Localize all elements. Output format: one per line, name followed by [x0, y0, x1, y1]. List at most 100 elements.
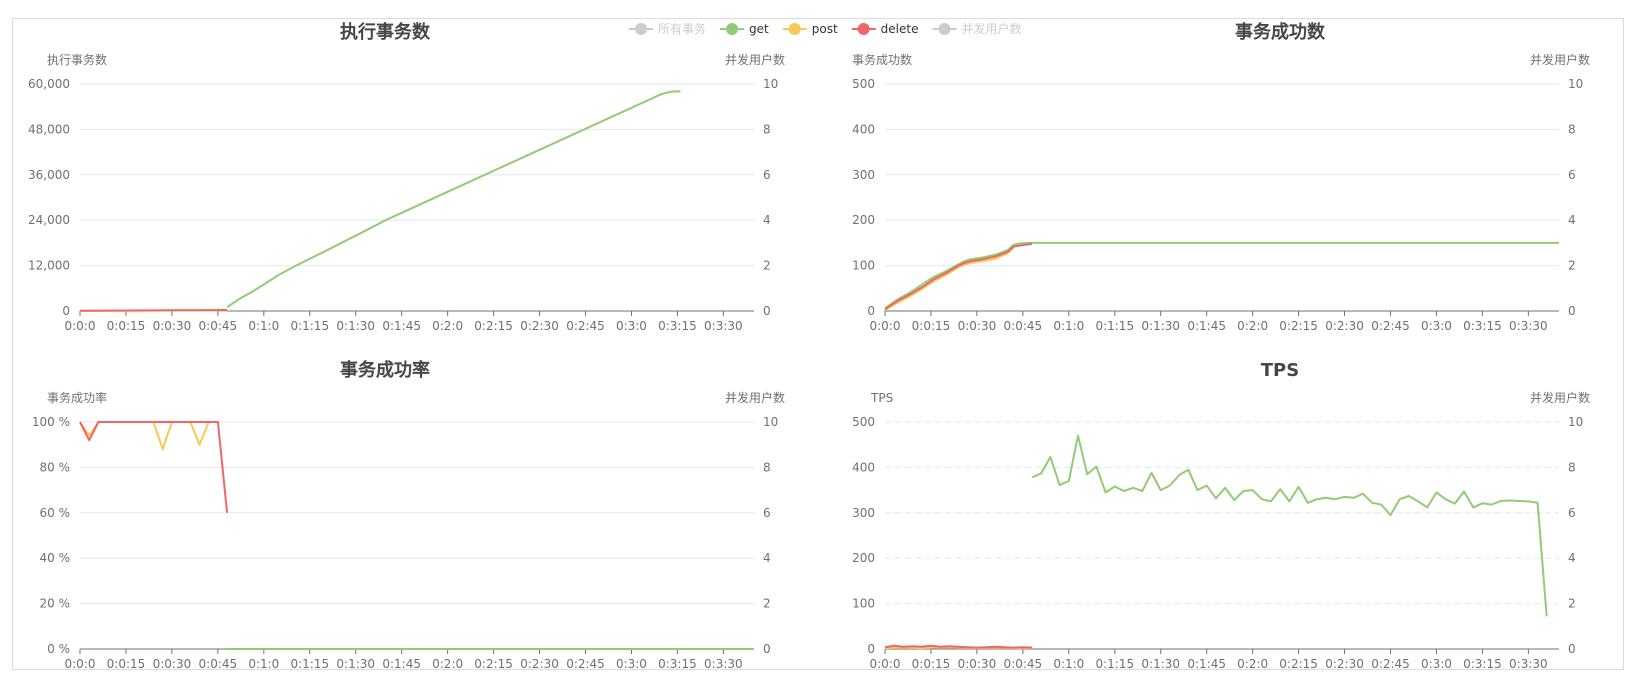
y-tick-label: 500: [852, 415, 875, 429]
series-line-get: [226, 90, 681, 309]
y2-tick-label: 0: [1568, 304, 1576, 318]
legend-item[interactable]: 并发用户数: [932, 21, 1021, 36]
y-tick-label: 100: [852, 259, 875, 273]
x-tick-label: 0:1:30: [1141, 319, 1180, 333]
x-tick-label: 0:2:45: [1371, 657, 1410, 671]
y2-axis-label: 并发用户数: [1530, 52, 1590, 67]
y2-tick-label: 8: [763, 460, 771, 474]
legend-item[interactable]: post: [782, 22, 838, 36]
x-tick-label: 0:1:0: [248, 657, 279, 671]
legend-marker: [726, 23, 739, 35]
x-tick-label: 0:2:30: [1325, 319, 1364, 333]
y-tick-label: 100: [852, 597, 875, 611]
y2-tick-label: 8: [1568, 460, 1576, 474]
x-tick-label: 0:3:30: [1509, 657, 1548, 671]
x-tick-label: 0:1:15: [290, 657, 329, 671]
y-tick-label: 0 %: [47, 642, 70, 656]
x-tick-label: 0:2:30: [520, 657, 559, 671]
y2-tick-label: 10: [763, 77, 778, 91]
x-tick-label: 0:0:30: [153, 319, 192, 333]
y-axis-label: TPS: [870, 391, 893, 405]
x-tick-label: 0:3:15: [658, 319, 697, 333]
y-tick-label: 20 %: [40, 597, 71, 611]
y2-tick-label: 10: [1568, 77, 1583, 91]
y-tick-label: 300: [852, 506, 875, 520]
y-axis-label: 事务成功数: [852, 52, 912, 67]
y2-tick-label: 0: [763, 642, 771, 656]
y2-tick-label: 8: [763, 122, 771, 136]
x-tick-label: 0:2:45: [566, 319, 605, 333]
x-tick-label: 0:0:15: [912, 319, 951, 333]
x-tick-label: 0:0:30: [958, 319, 997, 333]
x-tick-label: 0:2:0: [1237, 319, 1268, 333]
legend-label: delete: [881, 22, 919, 36]
legend-marker: [938, 23, 951, 35]
x-tick-label: 0:2:0: [432, 319, 463, 333]
y2-tick-label: 2: [1568, 259, 1576, 273]
y-tick-label: 80 %: [40, 460, 71, 474]
y2-tick-label: 8: [1568, 122, 1576, 136]
x-tick-label: 0:0:0: [65, 319, 96, 333]
x-tick-label: 0:0:30: [958, 657, 997, 671]
y-tick-label: 0: [867, 304, 875, 318]
y2-tick-label: 6: [1568, 168, 1576, 182]
y-tick-label: 36,000: [28, 168, 70, 182]
y-tick-label: 12,000: [28, 259, 70, 273]
x-tick-label: 0:0:45: [1004, 319, 1043, 333]
y2-tick-label: 2: [763, 597, 771, 611]
y-tick-label: 400: [852, 460, 875, 474]
chart-success-rate: 事务成功率事务成功率 并发用户数0 % 020 % 240 % 460 % 680 % 81…: [32, 359, 785, 671]
legend-marker: [635, 23, 647, 35]
y2-tick-label: 10: [763, 415, 778, 429]
x-tick-label: 0:2:30: [520, 319, 559, 333]
y2-tick-label: 0: [1568, 642, 1576, 656]
series-line-get: [1031, 434, 1548, 617]
legend-label: post: [812, 22, 838, 36]
x-tick-label: 0:0:45: [199, 319, 238, 333]
legend-item[interactable]: get: [720, 22, 769, 36]
y2-tick-label: 4: [763, 551, 771, 565]
x-tick-label: 0:3:30: [704, 657, 743, 671]
y2-tick-label: 6: [763, 506, 771, 520]
y-tick-label: 60,000: [28, 77, 70, 91]
x-tick-label: 0:1:15: [1095, 319, 1134, 333]
x-tick-label: 0:3:15: [1463, 319, 1502, 333]
legend-label: 所有事务: [658, 21, 706, 36]
x-tick-label: 0:0:45: [1004, 657, 1043, 671]
x-tick-label: 0:1:30: [336, 657, 375, 671]
y2-tick-label: 4: [763, 213, 771, 227]
x-tick-label: 0:2:0: [432, 657, 463, 671]
x-tick-label: 0:3:0: [1421, 319, 1452, 333]
y-tick-label: 24,000: [28, 213, 70, 227]
y-tick-label: 300: [852, 168, 875, 182]
y-tick-label: 0: [867, 642, 875, 656]
chart-title: 执行事务数: [340, 21, 431, 43]
x-tick-label: 0:1:0: [1053, 319, 1084, 333]
chart-executed-transactions: 执行事务数执行事务数 并发用户数0 012,000 224,000 436,000 648…: [28, 21, 785, 333]
y2-tick-label: 2: [763, 259, 771, 273]
x-tick-label: 0:1:45: [1187, 657, 1226, 671]
x-tick-label: 0:1:45: [382, 657, 421, 671]
y-tick-label: 400: [852, 122, 875, 136]
x-tick-label: 0:2:45: [566, 657, 605, 671]
x-tick-label: 0:1:0: [1053, 657, 1084, 671]
x-tick-label: 0:1:0: [248, 319, 279, 333]
x-tick-label: 0:3:15: [658, 657, 697, 671]
x-tick-label: 0:0:30: [153, 657, 192, 671]
legend: 所有事务 get post delete 并发用户数: [629, 21, 1021, 36]
chart-tps: TPS TPS 并发用户数 0 0 100 2 200 4 300 6 400 8 500 10 0:0:0 0…: [852, 360, 1590, 671]
x-tick-label: 0:3:15: [1463, 657, 1502, 671]
legend-item[interactable]: 所有事务: [629, 21, 706, 36]
x-tick-label: 0:0:0: [65, 657, 96, 671]
x-tick-label: 0:2:0: [1237, 657, 1268, 671]
legend-marker: [857, 23, 870, 35]
y2-axis-label: 并发用户数: [725, 52, 785, 67]
y2-tick-label: 4: [1568, 213, 1576, 227]
y-tick-label: 200: [852, 551, 875, 565]
legend-item[interactable]: delete: [851, 22, 919, 36]
x-tick-label: 0:3:0: [616, 657, 647, 671]
x-tick-label: 0:3:30: [1509, 319, 1548, 333]
y-tick-label: 500: [852, 77, 875, 91]
x-tick-label: 0:3:0: [1421, 657, 1452, 671]
chart-title: 事务成功数: [1235, 21, 1326, 43]
